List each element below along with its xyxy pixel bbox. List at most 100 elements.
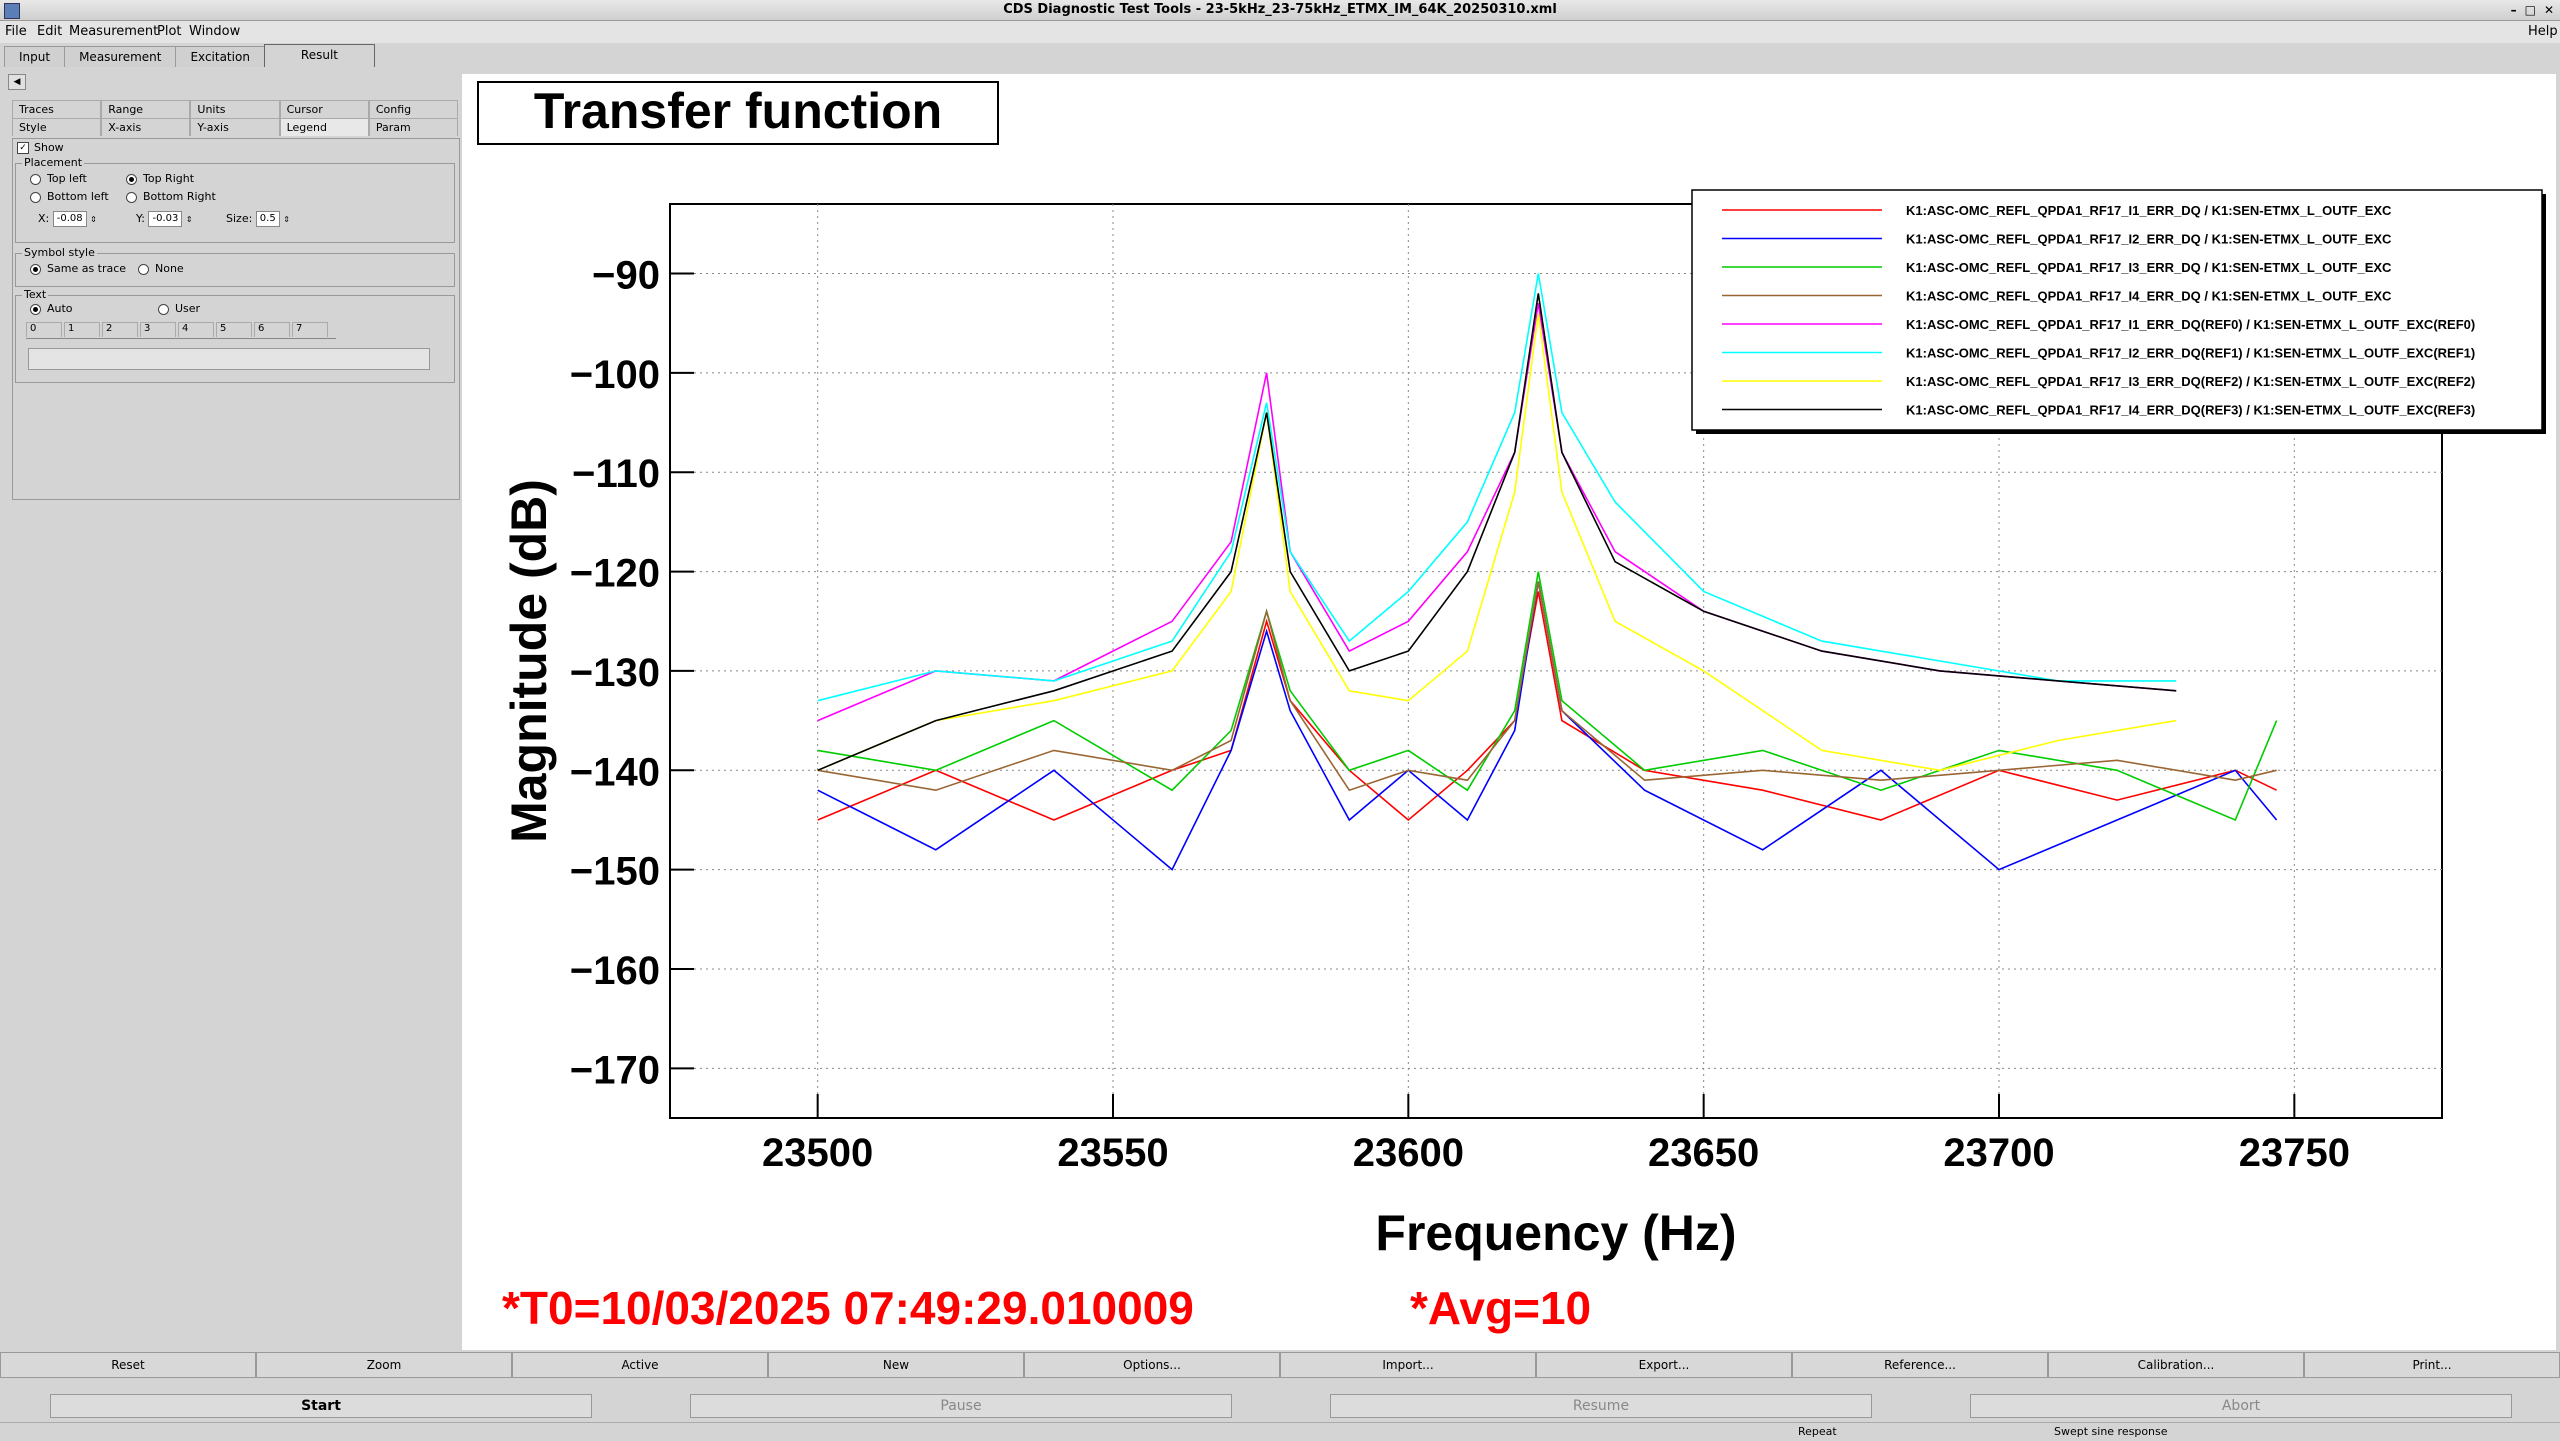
transfer-function-chart[interactable]: 23500 23550 23600 23650 23700 23750 −90 −100 −11… <box>462 74 2556 1350</box>
minimize-icon[interactable]: – <box>2511 0 2517 20</box>
close-icon[interactable]: ✕ <box>2544 0 2554 20</box>
subtab-cursor[interactable]: Cursor <box>279 100 369 118</box>
spin-arrows-icon[interactable]: ⇕ <box>186 215 193 224</box>
y-tick-label: −130 <box>570 651 660 695</box>
subtab-param[interactable]: Param <box>368 118 459 136</box>
menu-plot[interactable]: Plot <box>157 24 182 39</box>
plot-area[interactable]: 23500 23550 23600 23650 23700 23750 −90 −100 −11… <box>462 74 2556 1350</box>
y-tick-label: −160 <box>570 949 660 993</box>
active-button[interactable]: Active <box>512 1352 768 1378</box>
abort-button[interactable]: Abort <box>1970 1394 2512 1418</box>
option-subtabs: Traces Range Units Cursor Config Style X… <box>12 100 459 136</box>
options-button[interactable]: Options... <box>1024 1352 1280 1378</box>
reference-button[interactable]: Reference... <box>1792 1352 2048 1378</box>
top-left-label: Top left <box>47 172 87 185</box>
text-index-tab-5[interactable]: 5 <box>216 322 252 337</box>
text-index-tab-0[interactable]: 0 <box>26 322 62 337</box>
subtab-style[interactable]: Style <box>12 118 102 136</box>
export-button[interactable]: Export... <box>1536 1352 1792 1378</box>
spin-arrows-icon[interactable]: ⇕ <box>90 215 97 224</box>
legend-entry: K1:ASC-OMC_REFL_QPDA1_RF17_I2_ERR_DQ / K… <box>1906 232 2392 247</box>
placement-label: Placement <box>22 156 85 169</box>
auto-label: Auto <box>47 302 73 315</box>
subtab-traces[interactable]: Traces <box>12 100 102 118</box>
radio-bottom-right[interactable]: Bottom Right <box>126 190 216 203</box>
subtab-yaxis[interactable]: Y-axis <box>190 118 280 136</box>
bottom-left-label: Bottom left <box>47 190 109 203</box>
resume-button[interactable]: Resume <box>1330 1394 1872 1418</box>
zoom-button[interactable]: Zoom <box>256 1352 512 1378</box>
radio-top-left[interactable]: Top left <box>30 172 87 185</box>
calibration-button[interactable]: Calibration... <box>2048 1352 2304 1378</box>
subtab-range[interactable]: Range <box>101 100 191 118</box>
measurement-controls: Start Pause Resume Abort <box>0 1390 2560 1422</box>
y-tick-label: −170 <box>570 1048 660 1092</box>
radio-text-user[interactable]: User <box>158 302 200 315</box>
menu-file[interactable]: File <box>5 24 27 39</box>
text-index-tab-1[interactable]: 1 <box>64 322 100 337</box>
menu-measurement[interactable]: Measurement <box>69 24 158 39</box>
tab-excitation[interactable]: Excitation <box>175 46 265 67</box>
legend-entry: K1:ASC-OMC_REFL_QPDA1_RF17_I4_ERR_DQ / K… <box>1906 289 2392 304</box>
text-group: Text Auto User 01234567 <box>15 288 455 383</box>
subtab-xaxis[interactable]: X-axis <box>101 118 191 136</box>
status-mode: Swept sine response <box>2054 1425 2168 1438</box>
status-repeat: Repeat <box>1798 1425 1837 1438</box>
none-label: None <box>155 262 184 275</box>
pause-button[interactable]: Pause <box>690 1394 1232 1418</box>
tab-result[interactable]: Result <box>263 44 375 67</box>
text-index-tab-3[interactable]: 3 <box>140 322 176 337</box>
tab-measurement[interactable]: Measurement <box>64 46 177 67</box>
user-label: User <box>175 302 201 315</box>
subtab-legend[interactable]: Legend <box>279 118 369 136</box>
radio-bottom-left[interactable]: Bottom left <box>30 190 109 203</box>
legend-entry: K1:ASC-OMC_REFL_QPDA1_RF17_I3_ERR_DQ / K… <box>1906 260 2392 275</box>
size-input[interactable]: 0.5 <box>255 211 280 227</box>
main-tabs: Input Measurement Excitation Result <box>4 44 375 68</box>
import-button[interactable]: Import... <box>1280 1352 1536 1378</box>
y-axis-label: Magnitude (dB) <box>501 479 557 843</box>
x-label: X: <box>38 212 50 225</box>
y-input[interactable]: -0.03 <box>148 211 183 227</box>
text-index-tab-4[interactable]: 4 <box>178 322 214 337</box>
radio-same-as-trace[interactable]: Same as trace <box>30 262 126 275</box>
text-label: Text <box>22 288 49 301</box>
show-legend-checkbox[interactable]: ✓ Show <box>17 141 64 154</box>
statusbar: Repeat Swept sine response <box>0 1422 2560 1441</box>
radio-text-auto[interactable]: Auto <box>30 302 73 315</box>
collapse-panel-button[interactable]: ◀ <box>8 74 26 90</box>
print-button[interactable]: Print... <box>2304 1352 2560 1378</box>
size-label: Size: <box>226 212 253 225</box>
x-tick-label: 23500 <box>762 1131 873 1175</box>
legend-entry: K1:ASC-OMC_REFL_QPDA1_RF17_I4_ERR_DQ(REF… <box>1906 403 2475 418</box>
y-position-field: Y: -0.03 ⇕ <box>136 211 193 227</box>
text-index-tab-6[interactable]: 6 <box>254 322 290 337</box>
subtab-units[interactable]: Units <box>190 100 280 118</box>
x-axis-label: Frequency (Hz) <box>1375 1205 1736 1261</box>
menu-edit[interactable]: Edit <box>37 24 62 39</box>
y-tick-label: −140 <box>570 750 660 794</box>
radio-top-right[interactable]: Top Right <box>126 172 194 185</box>
start-button[interactable]: Start <box>50 1394 592 1418</box>
x-input[interactable]: -0.08 <box>52 211 87 227</box>
menu-window[interactable]: Window <box>189 24 240 39</box>
symbol-style-label: Symbol style <box>22 246 97 259</box>
size-field: Size: 0.5 ⇕ <box>226 211 290 227</box>
text-index-tab-2[interactable]: 2 <box>102 322 138 337</box>
legend-text-input[interactable] <box>28 348 430 370</box>
reset-button[interactable]: Reset <box>0 1352 256 1378</box>
legend-entry: K1:ASC-OMC_REFL_QPDA1_RF17_I3_ERR_DQ(REF… <box>1906 374 2475 389</box>
text-index-tab-7[interactable]: 7 <box>292 322 328 337</box>
spin-arrows-icon[interactable]: ⇕ <box>283 215 290 224</box>
show-label: Show <box>34 141 64 154</box>
triangle-left-icon: ◀ <box>13 77 21 87</box>
x-tick-label: 23600 <box>1353 1131 1464 1175</box>
subtab-config[interactable]: Config <box>368 100 459 118</box>
y-tick-label: −90 <box>592 254 660 298</box>
y-tick-label: −150 <box>570 850 660 894</box>
radio-none[interactable]: None <box>138 262 184 275</box>
menu-help[interactable]: Help <box>2528 24 2558 39</box>
maximize-icon[interactable]: □ <box>2525 0 2536 20</box>
new-button[interactable]: New <box>768 1352 1024 1378</box>
tab-input[interactable]: Input <box>4 46 66 67</box>
